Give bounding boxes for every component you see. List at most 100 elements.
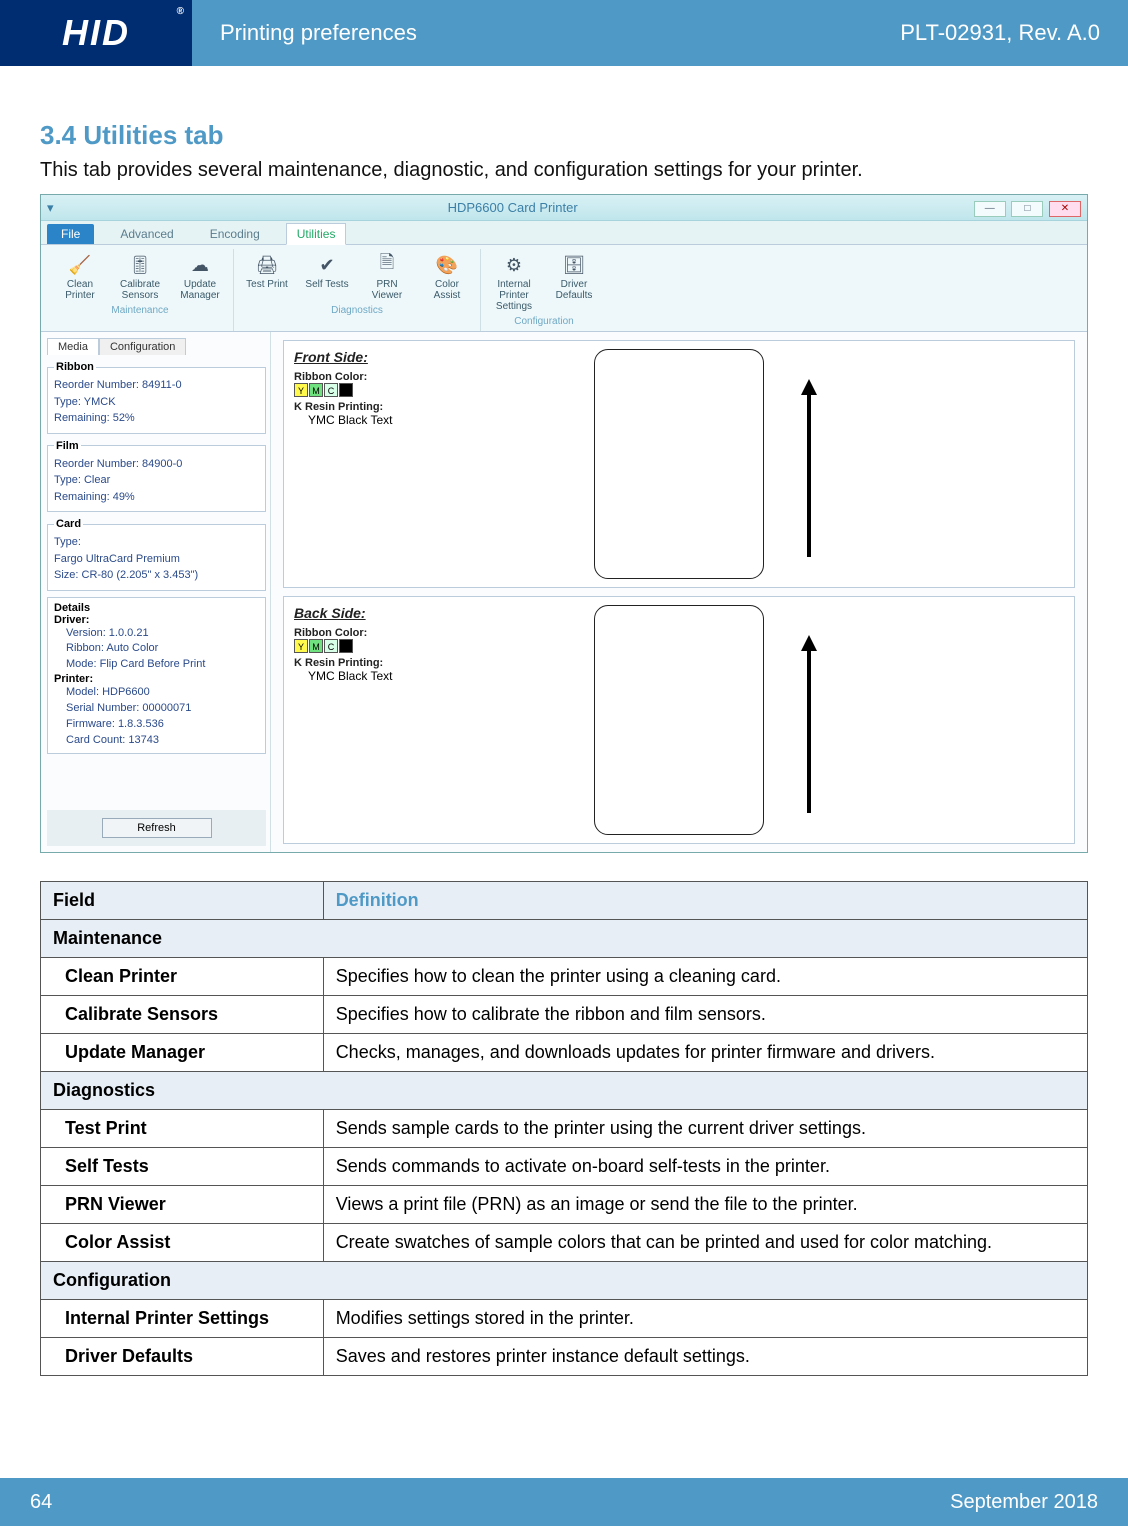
- details-group: Details Driver: Version: 1.0.0.21 Ribbon…: [47, 597, 266, 755]
- table-definition: Create swatches of sample colors that ca…: [323, 1224, 1087, 1262]
- palette-icon: 🎨: [431, 251, 463, 279]
- slider-icon: 🎚: [124, 251, 156, 279]
- table-group-row: Diagnostics: [41, 1072, 1088, 1110]
- definitions-table: Field Definition MaintenanceClean Printe…: [40, 881, 1088, 1376]
- table-definition: Modifies settings stored in the printer.: [323, 1300, 1087, 1338]
- right-panel: Front Side: Ribbon Color: YMCK K Resin P…: [271, 332, 1087, 852]
- group-configuration: ⚙Internal Printer Settings 🗄Driver Defau…: [481, 249, 607, 331]
- self-tests-button[interactable]: ✔Self Tests: [300, 249, 354, 303]
- tab-advanced[interactable]: Advanced: [110, 224, 183, 244]
- color-k-icon: K: [339, 639, 353, 653]
- group-configuration-label: Configuration: [514, 316, 573, 327]
- details-legend: Details: [54, 602, 90, 614]
- doc-footer: 64 September 2018: [0, 1478, 1128, 1526]
- color-y-icon: Y: [294, 639, 308, 653]
- broom-icon: 🧹: [64, 251, 96, 279]
- table-row: Clean PrinterSpecifies how to clean the …: [41, 958, 1088, 996]
- subtab-media[interactable]: Media: [47, 338, 99, 355]
- back-ribbon-colors: YMCK: [294, 639, 564, 653]
- group-diagnostics-label: Diagnostics: [331, 305, 383, 316]
- hid-logo: HID ®: [0, 0, 192, 66]
- table-definition: Specifies how to clean the printer using…: [323, 958, 1087, 996]
- table-field: Driver Defaults: [41, 1338, 324, 1376]
- ribbon-toolbar: 🧹Clean Printer 🎚Calibrate Sensors ☁Updat…: [41, 245, 1087, 332]
- table-field: Clean Printer: [41, 958, 324, 996]
- registered-icon: ®: [177, 6, 186, 17]
- tab-utilities[interactable]: Utilities: [286, 223, 347, 245]
- table-row: Driver DefaultsSaves and restores printe…: [41, 1338, 1088, 1376]
- minimize-icon[interactable]: —: [974, 201, 1006, 217]
- card-type: Type: Fargo UltraCard Premium: [54, 534, 259, 567]
- film-type: Type: Clear: [54, 472, 259, 489]
- table-row: Update ManagerChecks, manages, and downl…: [41, 1034, 1088, 1072]
- color-m-icon: M: [309, 639, 323, 653]
- ribbon-reorder: Reorder Number: 84911-0: [54, 377, 259, 394]
- table-definition: Checks, manages, and downloads updates f…: [323, 1034, 1087, 1072]
- table-row: PRN ViewerViews a print file (PRN) as an…: [41, 1186, 1088, 1224]
- prn-viewer-button[interactable]: 🗎PRN Viewer: [360, 249, 414, 303]
- table-field: Self Tests: [41, 1148, 324, 1186]
- table-row: Test PrintSends sample cards to the prin…: [41, 1110, 1088, 1148]
- table-definition: Sends commands to activate on-board self…: [323, 1148, 1087, 1186]
- color-c-icon: C: [324, 639, 338, 653]
- ribbon-remaining: Remaining: 52%: [54, 410, 259, 427]
- back-kresin-label: K Resin Printing:: [294, 657, 564, 669]
- utilities-screenshot: ▾ HDP6600 Card Printer — □ ✕ File Advanc…: [40, 194, 1088, 853]
- film-group: Film Reorder Number: 84900-0 Type: Clear…: [47, 440, 266, 513]
- window-buttons: — □ ✕: [972, 199, 1081, 217]
- color-c-icon: C: [324, 383, 338, 397]
- update-manager-button[interactable]: ☁Update Manager: [173, 249, 227, 303]
- calibrate-sensors-button[interactable]: 🎚Calibrate Sensors: [113, 249, 167, 303]
- table-group-name: Diagnostics: [41, 1072, 1088, 1110]
- color-assist-button[interactable]: 🎨Color Assist: [420, 249, 474, 303]
- test-print-button[interactable]: 🖨Test Print: [240, 249, 294, 303]
- table-group-name: Maintenance: [41, 920, 1088, 958]
- window-title: HDP6600 Card Printer: [54, 200, 972, 215]
- internal-printer-settings-button[interactable]: ⚙Internal Printer Settings: [487, 249, 541, 314]
- refresh-button[interactable]: Refresh: [102, 818, 212, 838]
- window-titlebar: ▾ HDP6600 Card Printer — □ ✕: [41, 195, 1087, 221]
- table-definition: Sends sample cards to the printer using …: [323, 1110, 1087, 1148]
- details-printer-count: Card Count: 13743: [54, 733, 259, 749]
- details-printer-serial: Serial Number: 00000071: [54, 701, 259, 717]
- details-printer-model: Model: HDP6600: [54, 685, 259, 701]
- driver-defaults-button[interactable]: 🗄Driver Defaults: [547, 249, 601, 314]
- tab-file[interactable]: File: [47, 224, 94, 244]
- film-reorder: Reorder Number: 84900-0: [54, 456, 259, 473]
- ribbon-legend: Ribbon: [54, 361, 96, 373]
- front-arrow-icon: [794, 349, 824, 579]
- left-panel: Media Configuration Ribbon Reorder Numbe…: [41, 332, 271, 852]
- check-icon: ✔: [311, 251, 343, 279]
- subtab-configuration[interactable]: Configuration: [99, 338, 186, 355]
- front-ribbon-color-label: Ribbon Color:: [294, 371, 564, 383]
- hid-logo-text: HID: [62, 12, 130, 54]
- tab-encoding[interactable]: Encoding: [200, 224, 270, 244]
- page-number: 64: [30, 1491, 52, 1514]
- database-icon: 🗄: [558, 251, 590, 279]
- table-definition: Specifies how to calibrate the ribbon an…: [323, 996, 1087, 1034]
- page-icon: 🗎: [371, 251, 403, 279]
- clean-printer-button[interactable]: 🧹Clean Printer: [53, 249, 107, 303]
- col-field: Field: [41, 882, 324, 920]
- table-field: PRN Viewer: [41, 1186, 324, 1224]
- card-legend: Card: [54, 518, 83, 530]
- table-group-row: Configuration: [41, 1262, 1088, 1300]
- back-card-preview: [594, 605, 764, 835]
- card-group: Card Type: Fargo UltraCard Premium Size:…: [47, 518, 266, 591]
- film-legend: Film: [54, 440, 81, 452]
- doc-header: HID ® Printing preferences PLT-02931, Re…: [0, 0, 1128, 66]
- table-definition: Views a print file (PRN) as an image or …: [323, 1186, 1087, 1224]
- maximize-icon[interactable]: □: [1011, 201, 1043, 217]
- table-group-name: Configuration: [41, 1262, 1088, 1300]
- table-row: Self TestsSends commands to activate on-…: [41, 1148, 1088, 1186]
- table-definition: Saves and restores printer instance defa…: [323, 1338, 1087, 1376]
- group-maintenance-label: Maintenance: [111, 305, 168, 316]
- front-kresin-value: YMC Black Text: [294, 413, 564, 427]
- printer-icon: 🖨: [251, 251, 283, 279]
- ribbon-group: Ribbon Reorder Number: 84911-0 Type: YMC…: [47, 361, 266, 434]
- ribbon-tabs: File Advanced Encoding Utilities: [41, 221, 1087, 245]
- close-icon[interactable]: ✕: [1049, 201, 1081, 217]
- back-arrow-icon: [794, 605, 824, 835]
- group-maintenance: 🧹Clean Printer 🎚Calibrate Sensors ☁Updat…: [47, 249, 234, 331]
- card-size: Size: CR-80 (2.205" x 3.453"): [54, 567, 259, 584]
